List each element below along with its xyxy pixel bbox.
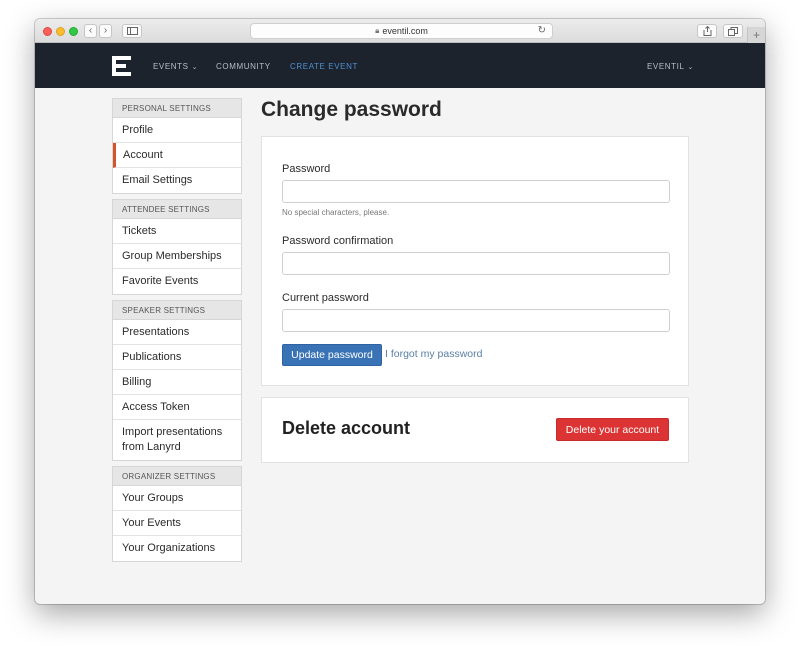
close-window-button[interactable]	[43, 27, 52, 36]
nav-user-menu[interactable]: EVENTIL ⌄	[647, 62, 694, 71]
delete-account-card: Delete account Delete your account	[261, 397, 689, 463]
update-password-button[interactable]: Update password	[282, 344, 382, 366]
sidebar-item-favorite-events[interactable]: Favorite Events	[113, 269, 241, 294]
sidebar-icon	[126, 27, 138, 35]
sidebar-item-billing[interactable]: Billing	[113, 370, 241, 395]
minimize-window-button[interactable]	[56, 27, 65, 36]
reload-icon[interactable]: ↻	[538, 25, 546, 36]
site-navbar: EVENTS ⌄ COMMUNITY CREATE EVENT EVENTIL ⌄	[35, 43, 765, 88]
password-label: Password	[282, 163, 331, 175]
plus-icon: +	[752, 28, 760, 42]
change-password-card: Password No special characters, please. …	[261, 136, 689, 386]
sidebar-item-account[interactable]: Account	[113, 143, 241, 168]
sidebar-group-heading: SPEAKER SETTINGS	[113, 301, 241, 320]
sidebar-item-presentations[interactable]: Presentations	[113, 320, 241, 345]
user-menu-label: EVENTIL	[647, 62, 685, 71]
sidebar-item-publications[interactable]: Publications	[113, 345, 241, 370]
nav-events[interactable]: EVENTS ⌄	[153, 62, 198, 71]
forward-button[interactable]: ›	[99, 24, 112, 38]
password-confirmation-label: Password confirmation	[282, 235, 394, 247]
sidebar-item-import-lanyrd[interactable]: Import presentations from Lanyrd	[113, 420, 241, 460]
sidebar-group-organizer: ORGANIZER SETTINGS Your Groups Your Even…	[112, 466, 242, 562]
sidebar-group-personal: PERSONAL SETTINGS Profile Account Email …	[112, 98, 242, 194]
sidebar-item-email-settings[interactable]: Email Settings	[113, 168, 241, 193]
sidebar-group-heading: ORGANIZER SETTINGS	[113, 467, 241, 486]
delete-account-button[interactable]: Delete your account	[556, 418, 669, 441]
sidebar-item-your-events[interactable]: Your Events	[113, 511, 241, 536]
chevron-down-icon: ⌄	[687, 64, 695, 71]
zoom-window-button[interactable]	[69, 27, 78, 36]
browser-toolbar: ‹ › 🔒︎ eventil.com ↻ +	[35, 19, 765, 43]
sidebar-item-your-groups[interactable]: Your Groups	[113, 486, 241, 511]
password-confirmation-field[interactable]	[282, 252, 670, 275]
address-url: eventil.com	[382, 26, 428, 36]
back-button[interactable]: ‹	[84, 24, 97, 38]
sidebar-group-attendee: ATTENDEE SETTINGS Tickets Group Membersh…	[112, 199, 242, 295]
current-password-label: Current password	[282, 292, 369, 304]
chevron-right-icon: ›	[103, 25, 108, 36]
chevron-down-icon: ⌄	[191, 64, 199, 71]
tabs-icon	[728, 26, 738, 36]
sidebar-item-tickets[interactable]: Tickets	[113, 219, 241, 244]
tabs-overview-button[interactable]	[723, 24, 743, 38]
sidebar-item-access-token[interactable]: Access Token	[113, 395, 241, 420]
sidebar-item-your-organizations[interactable]: Your Organizations	[113, 536, 241, 561]
chevron-left-icon: ‹	[88, 25, 93, 36]
sidebar-group-heading: ATTENDEE SETTINGS	[113, 200, 241, 219]
forgot-password-link[interactable]: I forgot my password	[385, 348, 482, 360]
page-title: Change password	[261, 98, 442, 121]
nav-community[interactable]: COMMUNITY	[216, 62, 271, 71]
password-field[interactable]	[282, 180, 670, 203]
new-tab-button[interactable]: +	[747, 27, 765, 43]
sidebar-item-profile[interactable]: Profile	[113, 118, 241, 143]
sidebar-item-group-memberships[interactable]: Group Memberships	[113, 244, 241, 269]
delete-account-heading: Delete account	[282, 418, 411, 438]
settings-sidebar: PERSONAL SETTINGS Profile Account Email …	[112, 98, 242, 567]
address-bar[interactable]: 🔒︎ eventil.com ↻	[250, 23, 553, 39]
nav-events-label: EVENTS	[153, 62, 189, 71]
eventil-logo[interactable]	[110, 54, 133, 78]
browser-window: ‹ › 🔒︎ eventil.com ↻ + EVENTS ⌄ COMMUNITY…	[35, 19, 765, 604]
current-password-field[interactable]	[282, 309, 670, 332]
share-button[interactable]	[697, 24, 717, 38]
sidebar-toggle-button[interactable]	[122, 24, 142, 38]
sidebar-group-speaker: SPEAKER SETTINGS Presentations Publicati…	[112, 300, 242, 461]
share-icon	[703, 26, 711, 36]
lock-icon: 🔒︎	[375, 26, 380, 35]
nav-create-event[interactable]: CREATE EVENT	[290, 62, 358, 71]
sidebar-group-heading: PERSONAL SETTINGS	[113, 99, 241, 118]
password-hint: No special characters, please.	[282, 208, 390, 217]
